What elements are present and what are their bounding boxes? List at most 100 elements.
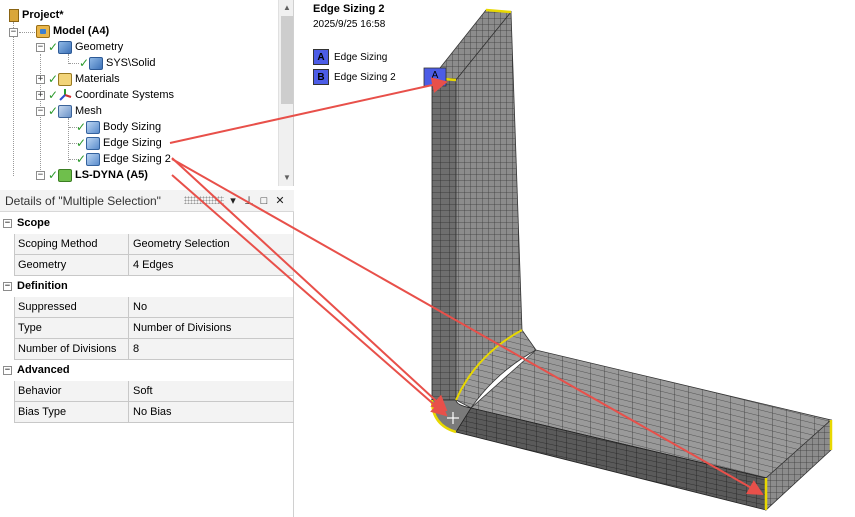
details-row-number-of-divisions[interactable]: Number of Divisions 8 (14, 339, 294, 360)
grid-border (14, 381, 15, 423)
legend-key: B (313, 69, 329, 85)
sizing-icon (86, 120, 100, 134)
sizing-icon (86, 152, 100, 166)
scroll-up-icon[interactable]: ▲ (279, 0, 293, 16)
tree-item-geometry[interactable]: ✓ Geometry (48, 39, 123, 55)
details-row-type[interactable]: Type Number of Divisions (14, 318, 294, 339)
tree-guide-line (19, 32, 35, 33)
check-icon: ✓ (48, 40, 59, 54)
tree-label: Body Sizing (103, 121, 162, 133)
tree-item-sys-solid[interactable]: ✓ SYS\Solid (79, 55, 156, 71)
property-key: Number of Divisions (14, 339, 129, 359)
section-advanced[interactable]: − Advanced (0, 360, 294, 381)
collapse-definition-toggle[interactable]: − (3, 282, 12, 291)
collapse-scope-toggle[interactable]: − (3, 219, 12, 228)
tree-label: Edge Sizing (103, 137, 162, 149)
tree-label: Materials (75, 73, 120, 85)
section-title: Scope (17, 217, 51, 229)
geometry-icon (58, 40, 72, 54)
tree-guide-line (69, 63, 79, 64)
legend-item-b: B Edge Sizing 2 (313, 69, 396, 85)
details-row-bias-type[interactable]: Bias Type No Bias (14, 402, 294, 423)
section-title: Definition (17, 280, 68, 292)
details-row-suppressed[interactable]: Suppressed No (14, 297, 294, 318)
tree-label: Geometry (75, 41, 124, 53)
tree-item-model[interactable]: Model (A4) (36, 23, 109, 39)
pin-icon[interactable]: ⊥ (242, 193, 256, 209)
collapse-mesh-toggle[interactable]: − (36, 107, 45, 116)
tree-label: Project* (22, 9, 64, 21)
tree-item-project[interactable]: Project* (9, 7, 64, 23)
details-row-scoping-method[interactable]: Scoping Method Geometry Selection (14, 234, 294, 255)
details-panel: Details of "Multiple Selection" ▾ ⊥ □ ✕ … (0, 190, 294, 517)
graphics-viewport[interactable]: Edge Sizing 2 2025/9/25 16:58 A Edge Siz… (296, 0, 855, 517)
tree-item-coordinate-systems[interactable]: ✓ Coordinate Systems (48, 87, 174, 103)
details-header: Details of "Multiple Selection" ▾ ⊥ □ ✕ (0, 190, 294, 212)
check-icon: ✓ (79, 56, 90, 70)
collapse-model-toggle[interactable]: − (9, 28, 18, 37)
property-key: Type (14, 318, 129, 338)
expand-materials-toggle[interactable]: + (36, 75, 45, 84)
section-title: Advanced (17, 364, 70, 376)
tree-label: SYS\Solid (106, 57, 156, 69)
project-tree: Project* − Model (A4) − ✓ Geometry ✓ SYS… (0, 0, 294, 186)
collapse-lsdyna-toggle[interactable]: − (36, 171, 45, 180)
details-row-geometry[interactable]: Geometry 4 Edges (14, 255, 294, 276)
property-key: Geometry (14, 255, 129, 275)
tree-item-lsdyna[interactable]: ✓ LS-DYNA (A5) (48, 167, 148, 183)
property-value[interactable]: No (129, 297, 293, 317)
grip-handle[interactable] (184, 196, 224, 204)
dropdown-arrow-icon[interactable]: ▾ (226, 193, 240, 209)
property-key: Behavior (14, 381, 129, 401)
tree-item-mesh[interactable]: ✓ Mesh (48, 103, 102, 119)
details-row-behavior[interactable]: Behavior Soft (14, 381, 294, 402)
tree-label: Edge Sizing 2 (103, 153, 171, 165)
property-value[interactable]: Number of Divisions (129, 318, 293, 338)
legend-label: Edge Sizing (334, 51, 388, 63)
check-icon: ✓ (76, 136, 87, 150)
tree-item-body-sizing[interactable]: ✓ Body Sizing (76, 119, 161, 135)
scroll-down-icon[interactable]: ▼ (279, 170, 293, 186)
legend-label: Edge Sizing 2 (334, 71, 396, 83)
tree-label: LS-DYNA (A5) (75, 169, 148, 181)
scrollbar-thumb[interactable] (281, 16, 293, 104)
model-icon (36, 24, 50, 38)
property-key: Suppressed (14, 297, 129, 317)
section-definition[interactable]: − Definition (0, 276, 294, 297)
legend-key: A (313, 49, 329, 65)
property-value[interactable]: 4 Edges (129, 255, 293, 275)
property-value[interactable]: Soft (129, 381, 293, 401)
viewport-title: Edge Sizing 2 (313, 3, 385, 15)
property-value[interactable]: Geometry Selection (129, 234, 293, 254)
tree-item-edge-sizing[interactable]: ✓ Edge Sizing (76, 135, 162, 151)
section-scope[interactable]: − Scope (0, 213, 294, 234)
coordinate-systems-icon (59, 89, 72, 101)
project-icon (9, 8, 19, 22)
expand-coordinate-systems-toggle[interactable]: + (36, 91, 45, 100)
tree-label: Coordinate Systems (75, 89, 175, 101)
property-key: Bias Type (14, 402, 129, 422)
collapse-geometry-toggle[interactable]: − (36, 43, 45, 52)
tree-label: Mesh (75, 105, 102, 117)
sizing-icon (86, 136, 100, 150)
lsdyna-icon (58, 168, 72, 182)
close-icon[interactable]: ✕ (273, 193, 287, 209)
tree-guide-line (13, 22, 14, 176)
tree-label: Model (A4) (53, 25, 110, 37)
check-icon: ✓ (48, 72, 59, 86)
mesh-icon (58, 104, 72, 118)
property-key: Scoping Method (14, 234, 129, 254)
tree-scrollbar[interactable]: ▲ ▼ (278, 0, 293, 186)
details-title: Details of "Multiple Selection" (5, 194, 161, 208)
check-icon: ✓ (76, 152, 87, 166)
tree-item-materials[interactable]: ✓ Materials (48, 71, 120, 87)
tree-guide-line (68, 118, 69, 162)
materials-icon (58, 72, 72, 86)
property-value[interactable]: No Bias (129, 402, 293, 422)
marker-a-label: A (431, 70, 439, 81)
collapse-advanced-toggle[interactable]: − (3, 366, 12, 375)
property-value[interactable]: 8 (129, 339, 293, 359)
tree-item-edge-sizing-2[interactable]: ✓ Edge Sizing 2 (76, 151, 171, 167)
solid-body-icon (89, 56, 103, 70)
maximize-icon[interactable]: □ (257, 193, 271, 209)
